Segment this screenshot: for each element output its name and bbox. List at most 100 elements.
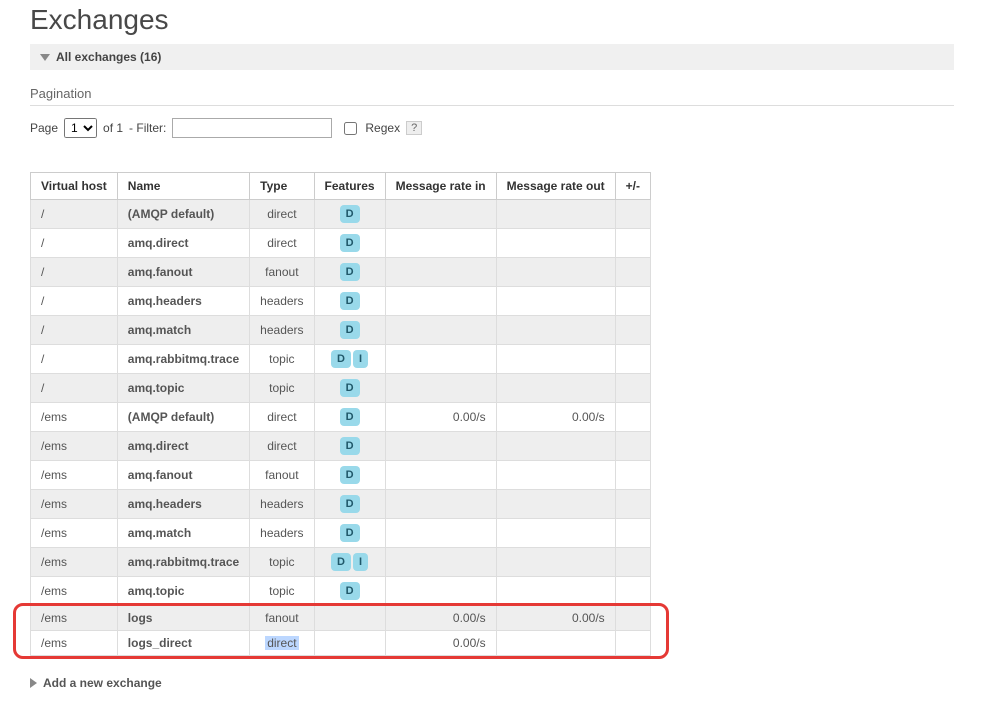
cell-name: (AMQP default) bbox=[117, 403, 249, 432]
regex-checkbox[interactable] bbox=[344, 122, 357, 135]
col-plus-minus[interactable]: +/- bbox=[615, 173, 650, 200]
cell-features: D bbox=[314, 258, 385, 287]
cell-features: D bbox=[314, 374, 385, 403]
cell-vhost: /ems bbox=[31, 490, 118, 519]
exchange-link[interactable]: (AMQP default) bbox=[128, 207, 214, 221]
exchange-link[interactable]: amq.fanout bbox=[128, 265, 193, 279]
exchange-link[interactable]: logs_direct bbox=[128, 636, 192, 650]
col-type[interactable]: Type bbox=[250, 173, 314, 200]
exchange-link[interactable]: logs bbox=[128, 611, 153, 625]
feature-badge: I bbox=[353, 553, 368, 571]
page-title: Exchanges bbox=[30, 4, 954, 36]
cell-vhost: / bbox=[31, 200, 118, 229]
cell-vhost: /ems bbox=[31, 577, 118, 606]
col-name[interactable]: Name bbox=[117, 173, 249, 200]
cell-plus-minus bbox=[615, 403, 650, 432]
filter-input[interactable] bbox=[172, 118, 332, 138]
cell-features: DI bbox=[314, 345, 385, 374]
exchange-link[interactable]: amq.topic bbox=[128, 584, 185, 598]
exchange-link[interactable]: amq.headers bbox=[128, 294, 202, 308]
cell-vhost: /ems bbox=[31, 519, 118, 548]
cell-plus-minus bbox=[615, 200, 650, 229]
cell-rate-in bbox=[385, 519, 496, 548]
table-row: /ems amq.match headersD bbox=[31, 519, 651, 548]
exchange-link[interactable]: amq.match bbox=[128, 323, 191, 337]
cell-rate-out bbox=[496, 432, 615, 461]
cell-vhost: /ems bbox=[31, 432, 118, 461]
cell-features: D bbox=[314, 229, 385, 258]
feature-badge: I bbox=[353, 350, 368, 368]
col-rate-out[interactable]: Message rate out bbox=[496, 173, 615, 200]
feature-badge: D bbox=[340, 495, 360, 513]
table-row: /emsamq.fanoutfanoutD bbox=[31, 461, 651, 490]
col-rate-in[interactable]: Message rate in bbox=[385, 173, 496, 200]
cell-vhost: /ems bbox=[31, 606, 118, 631]
table-row: / amq.topic topicD bbox=[31, 374, 651, 403]
cell-features: D bbox=[314, 432, 385, 461]
section-add-exchange-label: Add a new exchange bbox=[43, 676, 162, 690]
cell-rate-out bbox=[496, 200, 615, 229]
cell-type: headers bbox=[250, 287, 314, 316]
exchange-link[interactable]: amq.headers bbox=[128, 497, 202, 511]
cell-name: amq.fanout bbox=[117, 461, 249, 490]
cell-vhost: /ems bbox=[31, 403, 118, 432]
cell-name: amq.match bbox=[117, 316, 249, 345]
exchange-link[interactable]: amq.direct bbox=[128, 236, 189, 250]
cell-vhost: / bbox=[31, 258, 118, 287]
col-features[interactable]: Features bbox=[314, 173, 385, 200]
exchanges-table: Virtual host Name Type Features Message … bbox=[30, 172, 651, 656]
exchange-link[interactable]: amq.match bbox=[128, 526, 191, 540]
cell-vhost: / bbox=[31, 374, 118, 403]
cell-type: direct bbox=[250, 229, 314, 258]
feature-badge: D bbox=[331, 350, 351, 368]
exchange-link[interactable]: amq.topic bbox=[128, 381, 185, 395]
cell-features: D bbox=[314, 316, 385, 345]
section-add-exchange[interactable]: Add a new exchange bbox=[30, 670, 954, 696]
exchange-link[interactable]: amq.rabbitmq.trace bbox=[128, 555, 239, 569]
section-all-exchanges[interactable]: All exchanges (16) bbox=[30, 44, 954, 70]
regex-help-button[interactable]: ? bbox=[406, 121, 422, 135]
cell-type: direct bbox=[250, 200, 314, 229]
feature-badge: D bbox=[340, 437, 360, 455]
cell-type: headers bbox=[250, 519, 314, 548]
cell-features: D bbox=[314, 519, 385, 548]
exchange-link[interactable]: amq.fanout bbox=[128, 468, 193, 482]
cell-vhost: /ems bbox=[31, 461, 118, 490]
table-row: /amq.matchheadersD bbox=[31, 316, 651, 345]
feature-badge: D bbox=[340, 205, 360, 223]
cell-type: direct bbox=[250, 631, 314, 656]
cell-name: amq.direct bbox=[117, 432, 249, 461]
page-label: Page bbox=[30, 121, 58, 135]
cell-vhost: /ems bbox=[31, 631, 118, 656]
cell-rate-out: 0.00/s bbox=[496, 403, 615, 432]
cell-plus-minus bbox=[615, 519, 650, 548]
cell-plus-minus bbox=[615, 287, 650, 316]
cell-rate-in bbox=[385, 548, 496, 577]
cell-rate-out bbox=[496, 345, 615, 374]
exchange-link[interactable]: (AMQP default) bbox=[128, 410, 214, 424]
cell-rate-out bbox=[496, 374, 615, 403]
exchange-link[interactable]: amq.rabbitmq.trace bbox=[128, 352, 239, 366]
cell-rate-in bbox=[385, 287, 496, 316]
feature-badge: D bbox=[340, 466, 360, 484]
cell-rate-out bbox=[496, 631, 615, 656]
page-select[interactable]: 1 bbox=[64, 118, 97, 138]
cell-plus-minus bbox=[615, 548, 650, 577]
exchange-link[interactable]: amq.direct bbox=[128, 439, 189, 453]
col-vhost[interactable]: Virtual host bbox=[31, 173, 118, 200]
cell-plus-minus bbox=[615, 374, 650, 403]
cell-rate-out bbox=[496, 258, 615, 287]
table-row: /emslogs_directdirect0.00/s bbox=[31, 631, 651, 656]
cell-name: amq.fanout bbox=[117, 258, 249, 287]
cell-type: topic bbox=[250, 374, 314, 403]
cell-rate-out bbox=[496, 490, 615, 519]
cell-rate-in bbox=[385, 432, 496, 461]
cell-rate-out bbox=[496, 316, 615, 345]
cell-vhost: / bbox=[31, 316, 118, 345]
pagination-heading: Pagination bbox=[30, 86, 954, 101]
cell-features: D bbox=[314, 403, 385, 432]
cell-plus-minus bbox=[615, 258, 650, 287]
cell-rate-out bbox=[496, 287, 615, 316]
table-row: /emsamq.rabbitmq.tracetopicDI bbox=[31, 548, 651, 577]
feature-badge: D bbox=[340, 234, 360, 252]
